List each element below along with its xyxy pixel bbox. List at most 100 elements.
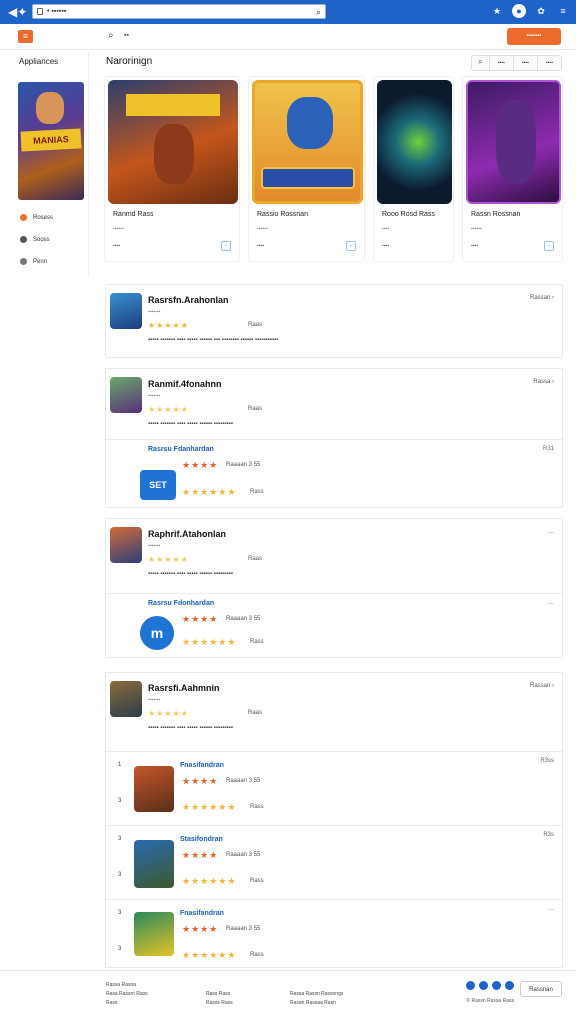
extension-icon[interactable]: ✿: [534, 4, 548, 18]
footer-link[interactable]: Rassa Rasna: [106, 981, 148, 990]
featured-card-3[interactable]: Rooo Rosd Rass ▪▪▪▪ ▪▪▪▪: [373, 76, 454, 262]
app-developer: ▪▪▪▪▪▪▪: [148, 393, 161, 399]
more-options-icon[interactable]: …: [548, 906, 554, 912]
app-developer: ▪▪▪▪▪▪▪: [148, 697, 161, 703]
app-listing-1[interactable]: Rasrsfn.Arahonlan ▪▪▪▪▪▪▪ ★★★★★ Raas ▪▪▪…: [105, 284, 563, 358]
footer-link[interactable]: Rass Rass: [206, 990, 233, 999]
sub-rating-text-2: Rass: [250, 489, 264, 495]
footer-link[interactable]: Rasan Rassaa Rasn: [290, 999, 343, 1008]
app-reviews: Raas: [248, 710, 263, 716]
sub-rating-stars: ★★★★: [182, 460, 219, 470]
app-listing-4[interactable]: Rasrsfi.Aahmnin ▪▪▪▪▪▪▪ ★★★★★ Raas ▪▪▪▪▪…: [105, 672, 563, 968]
copyright: © Rassn Rassa Rass: [466, 998, 514, 1004]
app-listing-2[interactable]: Ranmif.4fonahnn ▪▪▪▪▪▪▪ ★★★★★ Raas ▪▪▪▪▪…: [105, 368, 563, 508]
menu-icon[interactable]: ≡: [556, 4, 570, 18]
flame-icon: [20, 214, 27, 221]
footer-link[interactable]: Rasa Rassrn Rass: [106, 990, 148, 999]
game-art-title-block: [261, 167, 355, 189]
card-action-icon[interactable]: ▫: [544, 241, 554, 251]
game-art: [466, 80, 561, 204]
sub-rating-stars: ★★★★: [182, 924, 219, 934]
sidebar-item-3[interactable]: Penn: [20, 258, 47, 265]
rank-number: 3: [118, 836, 122, 842]
app-avatar: [110, 681, 142, 717]
footer-link[interactable]: Rass: [106, 999, 148, 1008]
profile-icon[interactable]: ●: [512, 4, 526, 18]
sub-app-icon: [134, 766, 174, 812]
card-subtitle: ▪▪▪▪▪▪: [471, 226, 482, 232]
sub-title[interactable]: Fnasifandran: [180, 762, 224, 769]
featured-card-2[interactable]: Rassio Rossnan ▪▪▪▪▪▪ ▪▪▪▪ ▫: [248, 76, 365, 262]
sub-title[interactable]: Rasrsu Fdanhardan: [148, 446, 214, 453]
card-subtitle: ▪▪▪▪: [382, 226, 390, 232]
more-options-icon[interactable]: …: [548, 529, 554, 535]
filter-tab-2[interactable]: ▪▪▪▪: [512, 56, 537, 70]
sub-app-icon: [134, 912, 174, 956]
star-icon[interactable]: ★: [490, 4, 504, 18]
gamepad-icon: [20, 236, 27, 243]
cta-button[interactable]: ▪▪▪▪▪▪▪: [507, 28, 561, 45]
app-rating-stars: ★★★★★: [148, 405, 189, 414]
see-more-link[interactable]: Rassan ›: [530, 683, 554, 689]
sub-listing[interactable]: Rasrsu Fdanhardan ★★★★ Raaaan 3 55 SET ★…: [106, 439, 562, 508]
app-title[interactable]: Rasrsfn.Arahonlan: [148, 295, 229, 305]
featured-card-4[interactable]: Rassn Rossnan ▪▪▪▪▪▪ ▪▪▪▪ ▫: [462, 76, 563, 262]
hero-figure: [36, 92, 64, 124]
app-reviews: Raas: [248, 556, 263, 562]
footer-link[interactable]: Rasss Rass: [206, 999, 233, 1008]
card-title: Rassn Rossnan: [471, 211, 521, 218]
sub-listing[interactable]: 3 3 Fnasifandran ★★★★ Raaaan 3 55 ★★★★★★…: [106, 899, 562, 969]
rank-number: 3: [118, 910, 122, 916]
page-icon: [37, 8, 43, 15]
filter-tab-1[interactable]: ▪▪▪▪: [488, 56, 513, 70]
sub-rating-stars: ★★★★: [182, 614, 219, 624]
rank-number: 1: [118, 762, 122, 768]
app-title[interactable]: Ranmif.4fonahnn: [148, 379, 222, 389]
sub-title[interactable]: Stasifondran: [180, 836, 223, 843]
search-icon[interactable]: ⌕: [108, 30, 114, 41]
see-more-link[interactable]: Rassa ›: [533, 379, 554, 385]
footer-button[interactable]: Rassnan: [520, 981, 562, 997]
card-action-icon[interactable]: ▫: [346, 241, 356, 251]
sidebar-item-1[interactable]: Rosess: [20, 214, 53, 221]
app-title[interactable]: Rasrsfi.Aahmnin: [148, 683, 220, 693]
social-icon[interactable]: [479, 981, 488, 990]
app-rating-stars: ★★★★★: [148, 709, 189, 718]
card-title: Ranmd Rass: [113, 211, 154, 218]
card-subtitle: ▪▪▪▪▪▪: [113, 226, 124, 232]
app-title[interactable]: Raphrif.Atahonlan: [148, 529, 226, 539]
sub-rating-stars-2: ★★★★★★: [182, 802, 237, 812]
sidebar-item-2[interactable]: Sooss: [20, 236, 50, 243]
footer-link[interactable]: Rassa Rassn Rassnngs: [290, 990, 343, 999]
game-art-title-block: [126, 94, 220, 116]
featured-card-1[interactable]: Ranmd Rass ▪▪▪▪▪▪ ▪▪▪▪ ▫: [104, 76, 240, 262]
sub-more-icon[interactable]: …: [548, 600, 554, 606]
social-icon[interactable]: [505, 981, 514, 990]
address-bar[interactable]: • ▪▪▪▪▪▪ ⌕: [32, 4, 326, 19]
card-action-icon[interactable]: ▫: [221, 241, 231, 251]
sidebar: Appliances MANIAS Rosess Sooss Penn: [14, 52, 89, 276]
address-search-icon[interactable]: ⌕: [316, 6, 321, 19]
sub-listing[interactable]: Rasrsu Fdonhardan ★★★★ Raaaan 3 55 m ★★★…: [106, 593, 562, 658]
app-listing-3[interactable]: Raphrif.Atahonlan ▪▪▪▪▪▪▪ ★★★★★ Raas ▪▪▪…: [105, 518, 563, 658]
see-more-link[interactable]: Rassan ›: [530, 295, 554, 301]
browser-bar: ◀✦ • ▪▪▪▪▪▪ ⌕ ★ ● ✿ ≡: [0, 0, 576, 24]
social-icon[interactable]: [492, 981, 501, 990]
browser-logo-icon[interactable]: ◀✦: [8, 5, 28, 19]
sub-app-icon: m: [140, 616, 174, 650]
game-art: [377, 80, 452, 204]
filter-tab-3[interactable]: ▪▪▪▪: [536, 56, 561, 70]
sub-listing[interactable]: 1 3 Fnasifandran ★★★★ Raaaan 3 55 ★★★★★★…: [106, 751, 562, 825]
page-title: Narorinign: [106, 56, 153, 67]
sub-title[interactable]: Rasrsu Fdonhardan: [148, 600, 214, 607]
sidebar-banner[interactable]: MANIAS: [18, 82, 84, 200]
filter-search-icon[interactable]: ⌕: [472, 56, 489, 70]
social-icon[interactable]: [466, 981, 475, 990]
app-reviews: Raas: [248, 322, 263, 328]
sub-rating-stars: ★★★★: [182, 850, 219, 860]
hamburger-icon[interactable]: ≡: [18, 30, 33, 43]
sub-listing[interactable]: 3 3 Stasifondran ★★★★ Raaaan 3 55 ★★★★★★…: [106, 825, 562, 899]
sub-title[interactable]: Fnasifandran: [180, 910, 224, 917]
search-text[interactable]: ▪▪: [124, 32, 129, 39]
game-art: [108, 80, 238, 204]
